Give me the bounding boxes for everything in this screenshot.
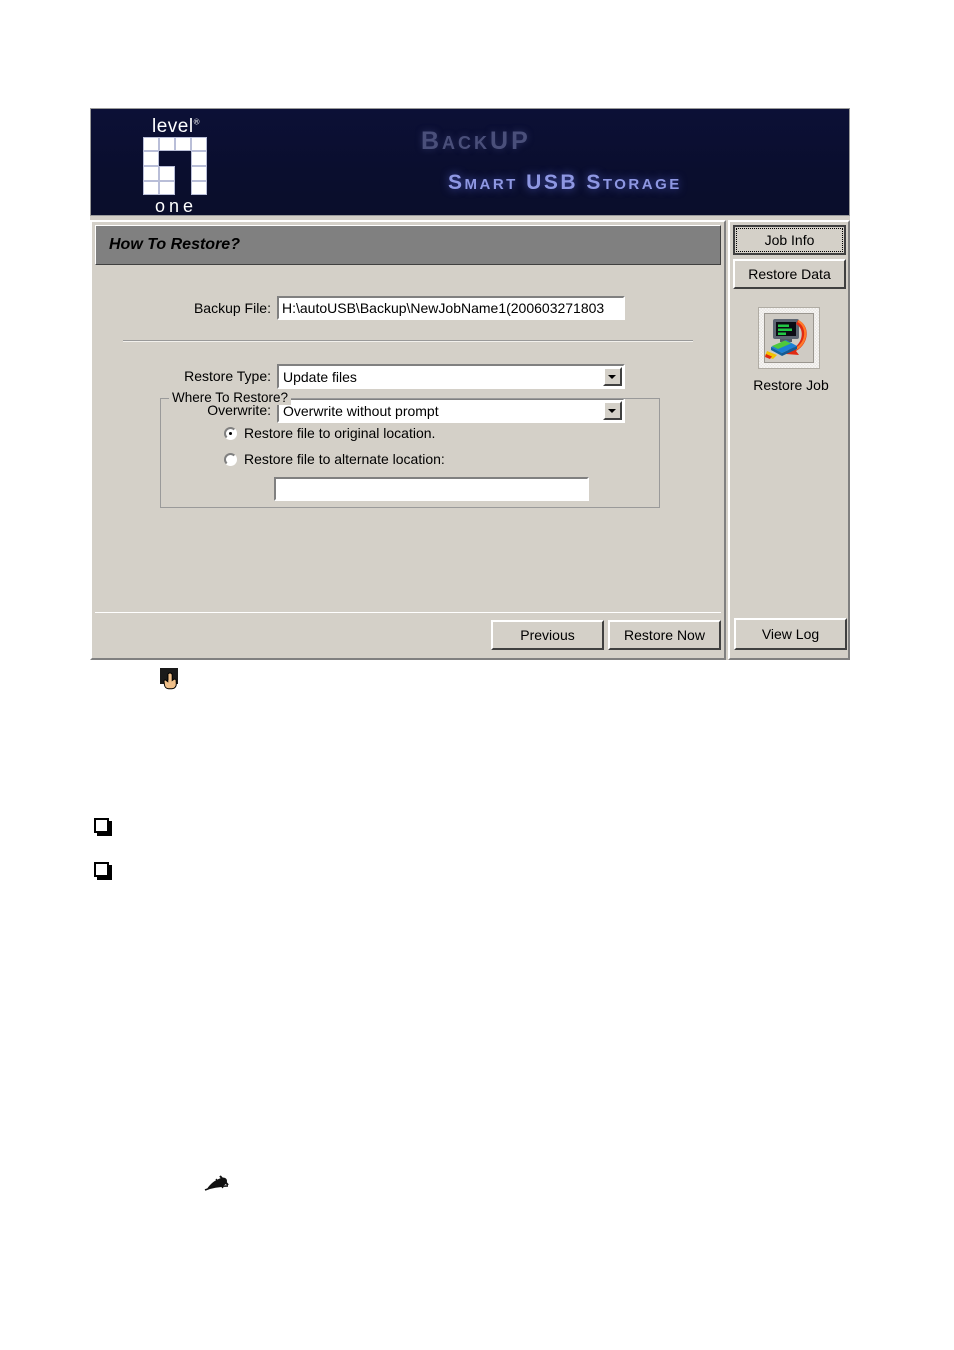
restore-type-dropdown-button[interactable] <box>603 367 622 386</box>
sidebar: Job Info Restore Data Restore Job View L… <box>728 220 850 660</box>
app-banner: level® one BackUP Smart USB Storage <box>90 108 850 216</box>
dialog-button-bar: Previous Restore Now <box>95 612 721 656</box>
logo-grid-mark <box>143 137 209 195</box>
radio-original-location-label: Restore file to original location. <box>244 425 436 441</box>
view-log-button[interactable]: View Log <box>734 618 847 650</box>
restore-job-button[interactable] <box>758 307 820 369</box>
radio-original-location-control[interactable] <box>224 427 237 440</box>
backup-file-label: Backup File: <box>193 300 271 316</box>
where-to-restore-group: Where To Restore? Restore file to origin… <box>160 390 660 508</box>
logo-text-one: one <box>154 196 198 216</box>
panel-header: How To Restore? <box>95 225 721 265</box>
backup-file-input[interactable]: H:\autoUSB\Backup\NewJobName1(2006032718… <box>277 296 625 320</box>
chevron-down-icon <box>608 375 616 379</box>
previous-button[interactable]: Previous <box>491 620 604 650</box>
registered-mark-icon: ® <box>193 117 200 127</box>
logo-text-level: level® <box>152 116 200 137</box>
tab-restore-data[interactable]: Restore Data <box>733 259 846 289</box>
restore-type-label: Restore Type: <box>184 368 271 384</box>
restore-now-button[interactable]: Restore Now <box>608 620 721 650</box>
alternate-location-input[interactable] <box>274 477 589 501</box>
form-divider <box>123 340 693 342</box>
restore-type-value: Update files <box>283 369 357 385</box>
list-bullet-square <box>94 862 109 877</box>
levelone-logo: level® one <box>133 113 219 215</box>
tab-job-info[interactable]: Job Info <box>733 225 846 255</box>
radio-selected-dot <box>229 432 232 435</box>
where-to-restore-title: Where To Restore? <box>169 390 292 405</box>
list-bullet-square <box>94 818 109 833</box>
main-panel: How To Restore? Backup File: H:\autoUSB\… <box>90 220 726 660</box>
restore-job-icon <box>765 319 807 359</box>
restore-form: Backup File: H:\autoUSB\Backup\NewJobNam… <box>95 268 721 608</box>
radio-alternate-location-control[interactable] <box>224 453 237 466</box>
restore-job-label: Restore Job <box>753 377 829 393</box>
banner-subtitle: Smart USB Storage <box>448 171 682 194</box>
tab-restore-data-label: Restore Data <box>748 266 831 282</box>
restore-type-select[interactable]: Update files <box>277 364 625 389</box>
pencil-note-glyph-icon <box>204 1175 229 1191</box>
pointing-hand-cursor-icon <box>160 668 178 690</box>
page-title: How To Restore? <box>109 236 240 253</box>
focus-ring <box>736 228 843 252</box>
banner-title: BackUP <box>421 127 531 155</box>
backup-application-window: level® one BackUP Smart USB Storage How … <box>90 108 850 660</box>
radio-alternate-location-label: Restore file to alternate location: <box>244 451 445 467</box>
